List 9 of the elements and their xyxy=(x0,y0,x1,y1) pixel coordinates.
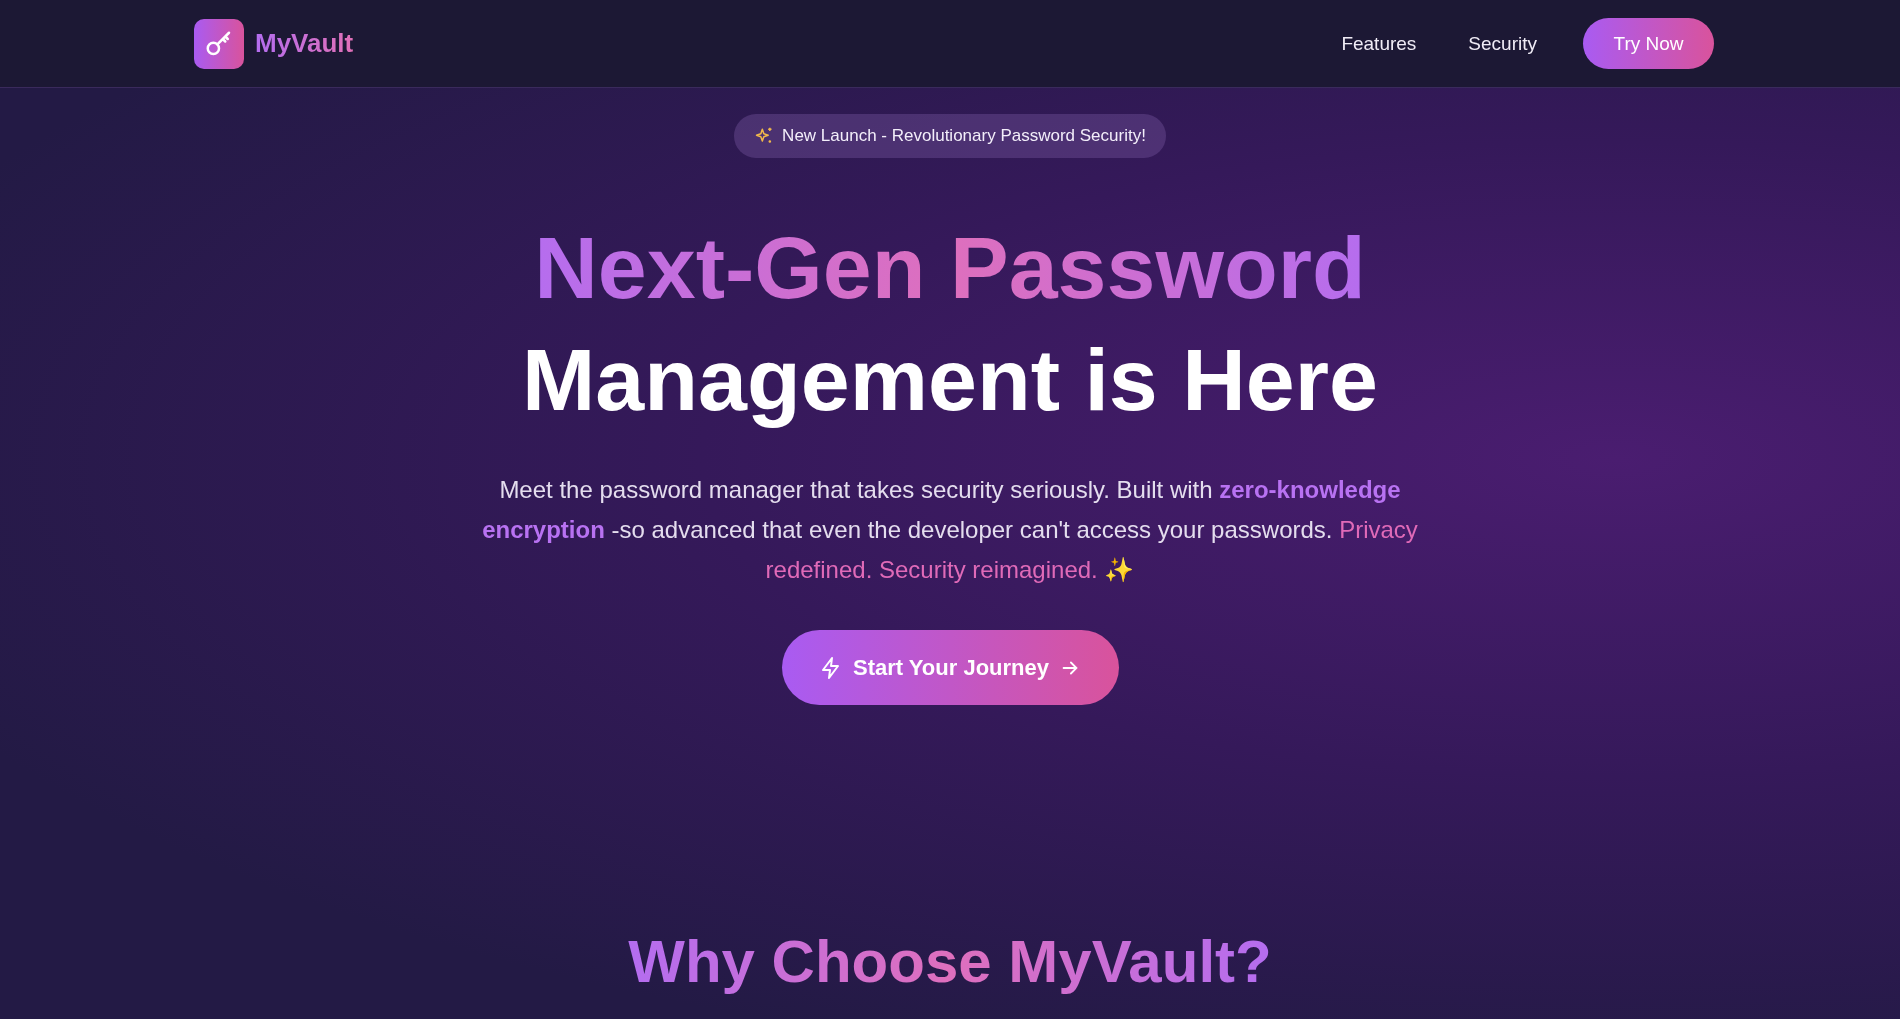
intro-paragraph: Meet the password manager that takes security seriously. Built with zero-knowledge encryption -so advanced that even the developer can't access your passwords. Privacy redefined. Security reimagined. ✨ xyxy=(481,475,1419,585)
key-logo-icon[interactable] xyxy=(194,18,244,69)
sparkles-icon xyxy=(754,126,775,146)
headline: Management is Here xyxy=(522,329,1378,431)
badge-text: New Launch - Revolutionary Password Security! xyxy=(782,126,1146,146)
nav-link[interactable]: Security xyxy=(1462,31,1543,56)
start-journey-button[interactable]: Start Your Journey xyxy=(781,630,1119,705)
try-now-button[interactable]: Try Now xyxy=(1583,18,1714,69)
nav-link[interactable]: Features xyxy=(1335,31,1423,56)
